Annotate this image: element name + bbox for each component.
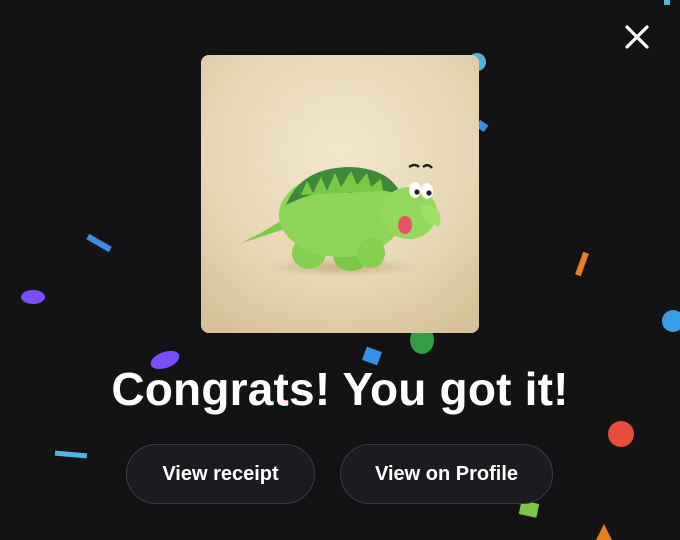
view-receipt-button[interactable]: View receipt bbox=[126, 444, 315, 504]
success-headline: Congrats! You got it! bbox=[111, 363, 569, 415]
confetti-piece bbox=[21, 290, 45, 304]
confetti-piece bbox=[575, 251, 589, 277]
nft-success-dialog: Congrats! You got it! View receipt View … bbox=[0, 0, 680, 540]
view-receipt-label: View receipt bbox=[162, 462, 279, 485]
confetti-piece bbox=[54, 450, 88, 459]
confetti-piece bbox=[664, 0, 670, 5]
dinosaur-figure-image bbox=[201, 55, 479, 333]
close-button[interactable] bbox=[620, 20, 654, 54]
confetti-piece bbox=[86, 233, 112, 253]
confetti-piece bbox=[596, 524, 612, 540]
nft-artwork bbox=[201, 55, 479, 333]
confetti-piece bbox=[608, 421, 634, 447]
close-icon bbox=[625, 25, 649, 49]
confetti-piece bbox=[662, 310, 680, 332]
view-on-profile-label: View on Profile bbox=[375, 462, 518, 485]
view-on-profile-button[interactable]: View on Profile bbox=[340, 444, 553, 504]
